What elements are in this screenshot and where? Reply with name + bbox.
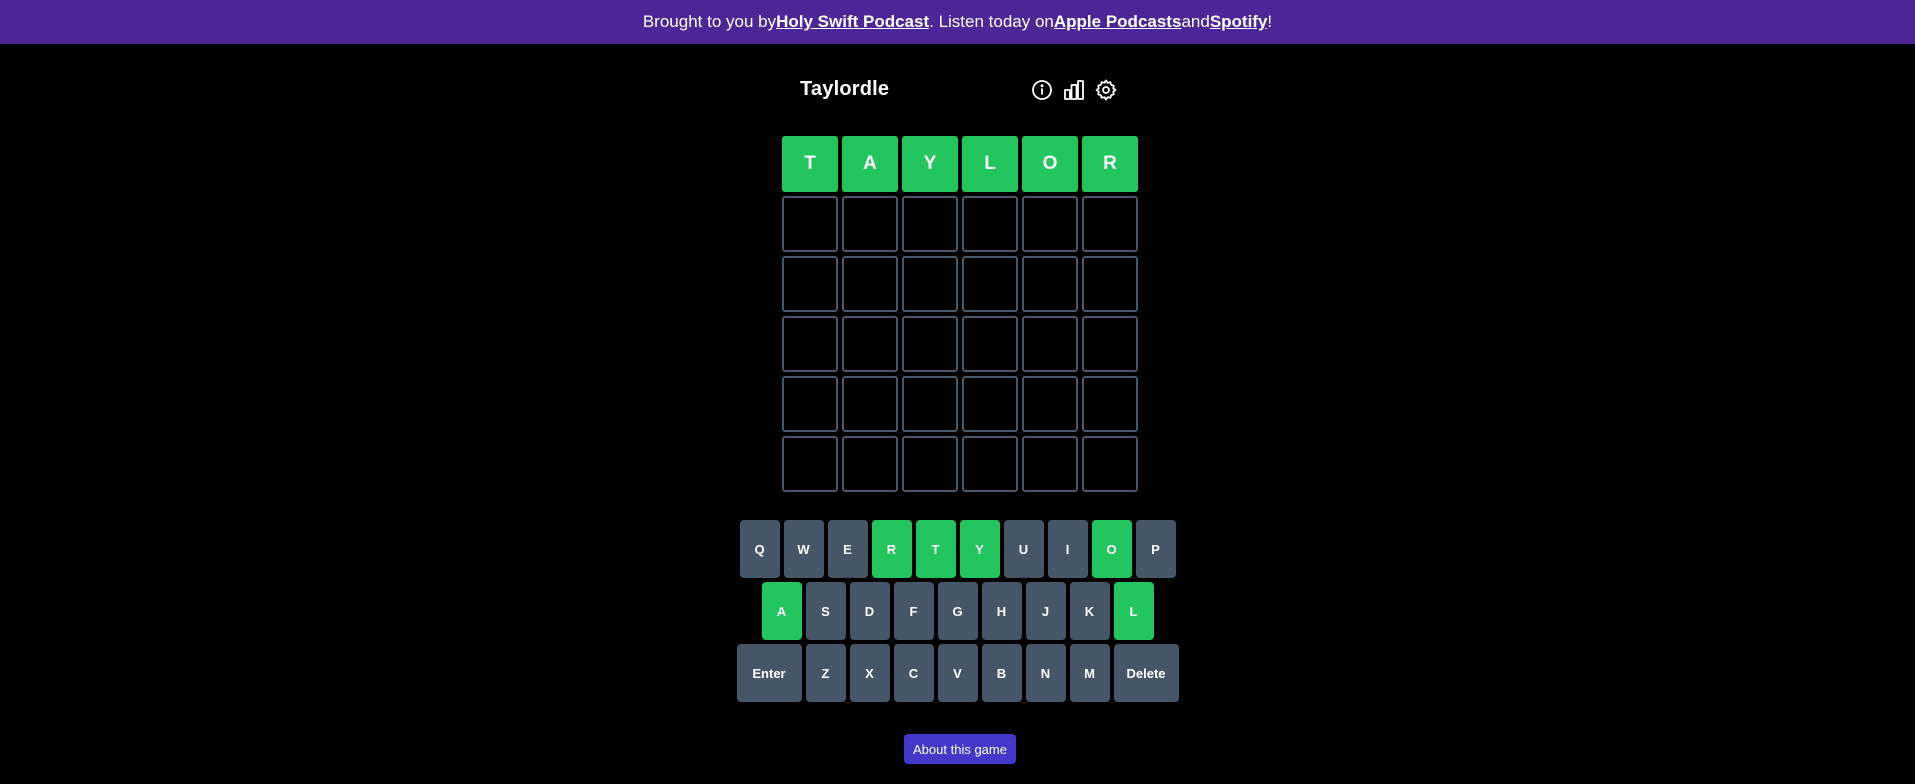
key-r[interactable]: R <box>871 520 912 578</box>
guess-board: TAYLOR <box>782 136 1138 492</box>
key-x[interactable]: X <box>849 644 890 702</box>
board-cell: Y <box>902 136 958 192</box>
board-cell <box>842 316 898 372</box>
board-cell: T <box>782 136 838 192</box>
board-cell <box>962 376 1018 432</box>
delete-key[interactable]: Delete <box>1113 644 1179 702</box>
key-j[interactable]: J <box>1025 582 1066 640</box>
board-cell <box>962 316 1018 372</box>
holy-swift-podcast-link[interactable]: Holy Swift Podcast <box>776 12 929 32</box>
key-z[interactable]: Z <box>805 644 846 702</box>
key-i[interactable]: I <box>1047 520 1088 578</box>
board-cell <box>782 376 838 432</box>
enter-key[interactable]: Enter <box>736 644 802 702</box>
key-v[interactable]: V <box>937 644 978 702</box>
key-l[interactable]: L <box>1113 582 1154 640</box>
board-cell <box>902 436 958 492</box>
board-cell <box>842 256 898 312</box>
board-cell <box>842 196 898 252</box>
board-cell <box>1082 256 1138 312</box>
board-cell <box>782 256 838 312</box>
key-n[interactable]: N <box>1025 644 1066 702</box>
banner-suffix: ! <box>1267 12 1273 31</box>
header-icons <box>1030 78 1118 102</box>
keyboard-row: QWERTYUIOP <box>0 520 1915 578</box>
board-cell <box>1082 316 1138 372</box>
board-cell <box>782 436 838 492</box>
board-cell <box>1022 256 1078 312</box>
stats-icon[interactable] <box>1062 78 1086 102</box>
page-title: Taylordle <box>800 78 890 100</box>
key-t[interactable]: T <box>915 520 956 578</box>
board-cell <box>1022 316 1078 372</box>
key-u[interactable]: U <box>1003 520 1044 578</box>
board-cell <box>902 316 958 372</box>
board-cell <box>902 256 958 312</box>
board-cell <box>1022 196 1078 252</box>
board-cell <box>1082 196 1138 252</box>
apple-podcasts-link[interactable]: Apple Podcasts <box>1054 12 1182 32</box>
banner-prefix: Brought to you by <box>642 12 777 31</box>
keyboard-row: ASDFGHJKL <box>0 582 1915 640</box>
promo-banner: Brought to you by Holy Swift Podcast. Li… <box>0 0 1915 44</box>
settings-icon[interactable] <box>1094 78 1118 102</box>
about-game-button[interactable]: About this game <box>904 734 1016 764</box>
banner-middle: . Listen today on <box>929 12 1054 31</box>
board-cell <box>902 196 958 252</box>
key-q[interactable]: Q <box>739 520 780 578</box>
key-f[interactable]: F <box>893 582 934 640</box>
board-cell <box>962 256 1018 312</box>
board-cell <box>1082 436 1138 492</box>
banner-and: and <box>1181 12 1210 31</box>
key-a[interactable]: A <box>761 582 802 640</box>
board-cell <box>842 436 898 492</box>
key-s[interactable]: S <box>805 582 846 640</box>
on-screen-keyboard: Q W E R T Y U I O P A S D F G H J K L Enter Z X C V B N M Delete <box>0 520 1915 706</box>
board-cell: L <box>962 136 1018 192</box>
board-cell: A <box>842 136 898 192</box>
keyboard-row: Enter Z X C V B N M Delete <box>0 644 1915 702</box>
board-cell <box>1022 436 1078 492</box>
board-cell <box>962 196 1018 252</box>
key-h[interactable]: H <box>981 582 1022 640</box>
board-cell <box>902 376 958 432</box>
key-o[interactable]: O <box>1091 520 1132 578</box>
key-p[interactable]: P <box>1135 520 1176 578</box>
key-d[interactable]: D <box>849 582 890 640</box>
key-c[interactable]: C <box>893 644 934 702</box>
board-cell <box>842 376 898 432</box>
key-b[interactable]: B <box>981 644 1022 702</box>
board-cell <box>962 436 1018 492</box>
board-cell <box>782 316 838 372</box>
board-cell: R <box>1082 136 1138 192</box>
board-cell <box>1022 376 1078 432</box>
key-w[interactable]: W <box>783 520 824 578</box>
key-g[interactable]: G <box>937 582 978 640</box>
key-m[interactable]: M <box>1069 644 1110 702</box>
spotify-link[interactable]: Spotify <box>1210 12 1268 32</box>
key-k[interactable]: K <box>1069 582 1110 640</box>
board-cell <box>782 196 838 252</box>
key-y[interactable]: Y <box>959 520 1000 578</box>
info-icon[interactable] <box>1030 78 1054 102</box>
board-cell: O <box>1022 136 1078 192</box>
key-e[interactable]: E <box>827 520 868 578</box>
board-cell <box>1082 376 1138 432</box>
